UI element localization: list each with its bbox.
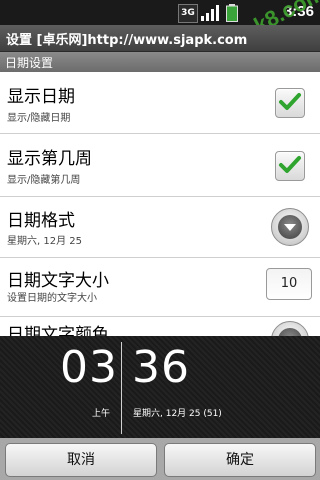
signal-icon [201,5,219,21]
time-preview: 03 36 上午 星期六, 12月 25 (51) [0,336,320,438]
pref-summary: 显示/隐藏日期 [7,113,71,124]
check-icon [279,93,301,110]
text-size-value[interactable]: 10 [266,268,312,300]
pref-show-date[interactable]: 显示日期 显示/隐藏日期 [0,73,320,134]
pref-date-format[interactable]: 日期格式 星期六, 12月 25 [0,197,320,258]
pref-summary: 星期六, 12月 25 [7,236,82,247]
button-bar: 取消 确定 [0,438,320,480]
pref-title: 显示第几周 [7,149,92,169]
clock-minute: 36 [132,342,190,393]
battery-icon [226,4,238,22]
show-date-checkbox[interactable] [275,88,305,118]
show-week-checkbox[interactable] [275,151,305,181]
pref-summary: 设置日期的文字大小 [7,293,97,304]
pref-summary: 显示/隐藏第几周 [7,175,81,186]
chevron-down-icon [284,224,296,231]
check-icon [279,156,301,173]
clock-hour: 03 [60,342,118,393]
network-3g-icon: 3G [178,4,198,23]
confirm-button[interactable]: 确定 [164,443,316,477]
pref-title: 日期格式 [7,211,75,231]
pref-title: 日期文字大小 [7,271,109,291]
section-label: 日期设置 [5,56,54,70]
date-format-dropdown[interactable] [271,208,309,246]
pref-show-week[interactable]: 显示第几周 显示/隐藏第几周 [0,134,320,197]
clock-date: 星期六, 12月 25 (51) [133,409,222,419]
title-bar: 设置 [卓乐网]http://www.sjapk.com [0,25,320,52]
cancel-button[interactable]: 取消 [5,443,157,477]
page-title: 设置 [卓乐网]http://www.sjapk.com [6,33,248,48]
clock-ampm: 上午 [92,409,111,419]
pref-date-text-size[interactable]: 日期文字大小 设置日期的文字大小 10 [0,258,320,317]
section-header: 日期设置 [0,52,320,72]
clock-divider [121,342,122,434]
pref-title: 显示日期 [7,87,75,107]
